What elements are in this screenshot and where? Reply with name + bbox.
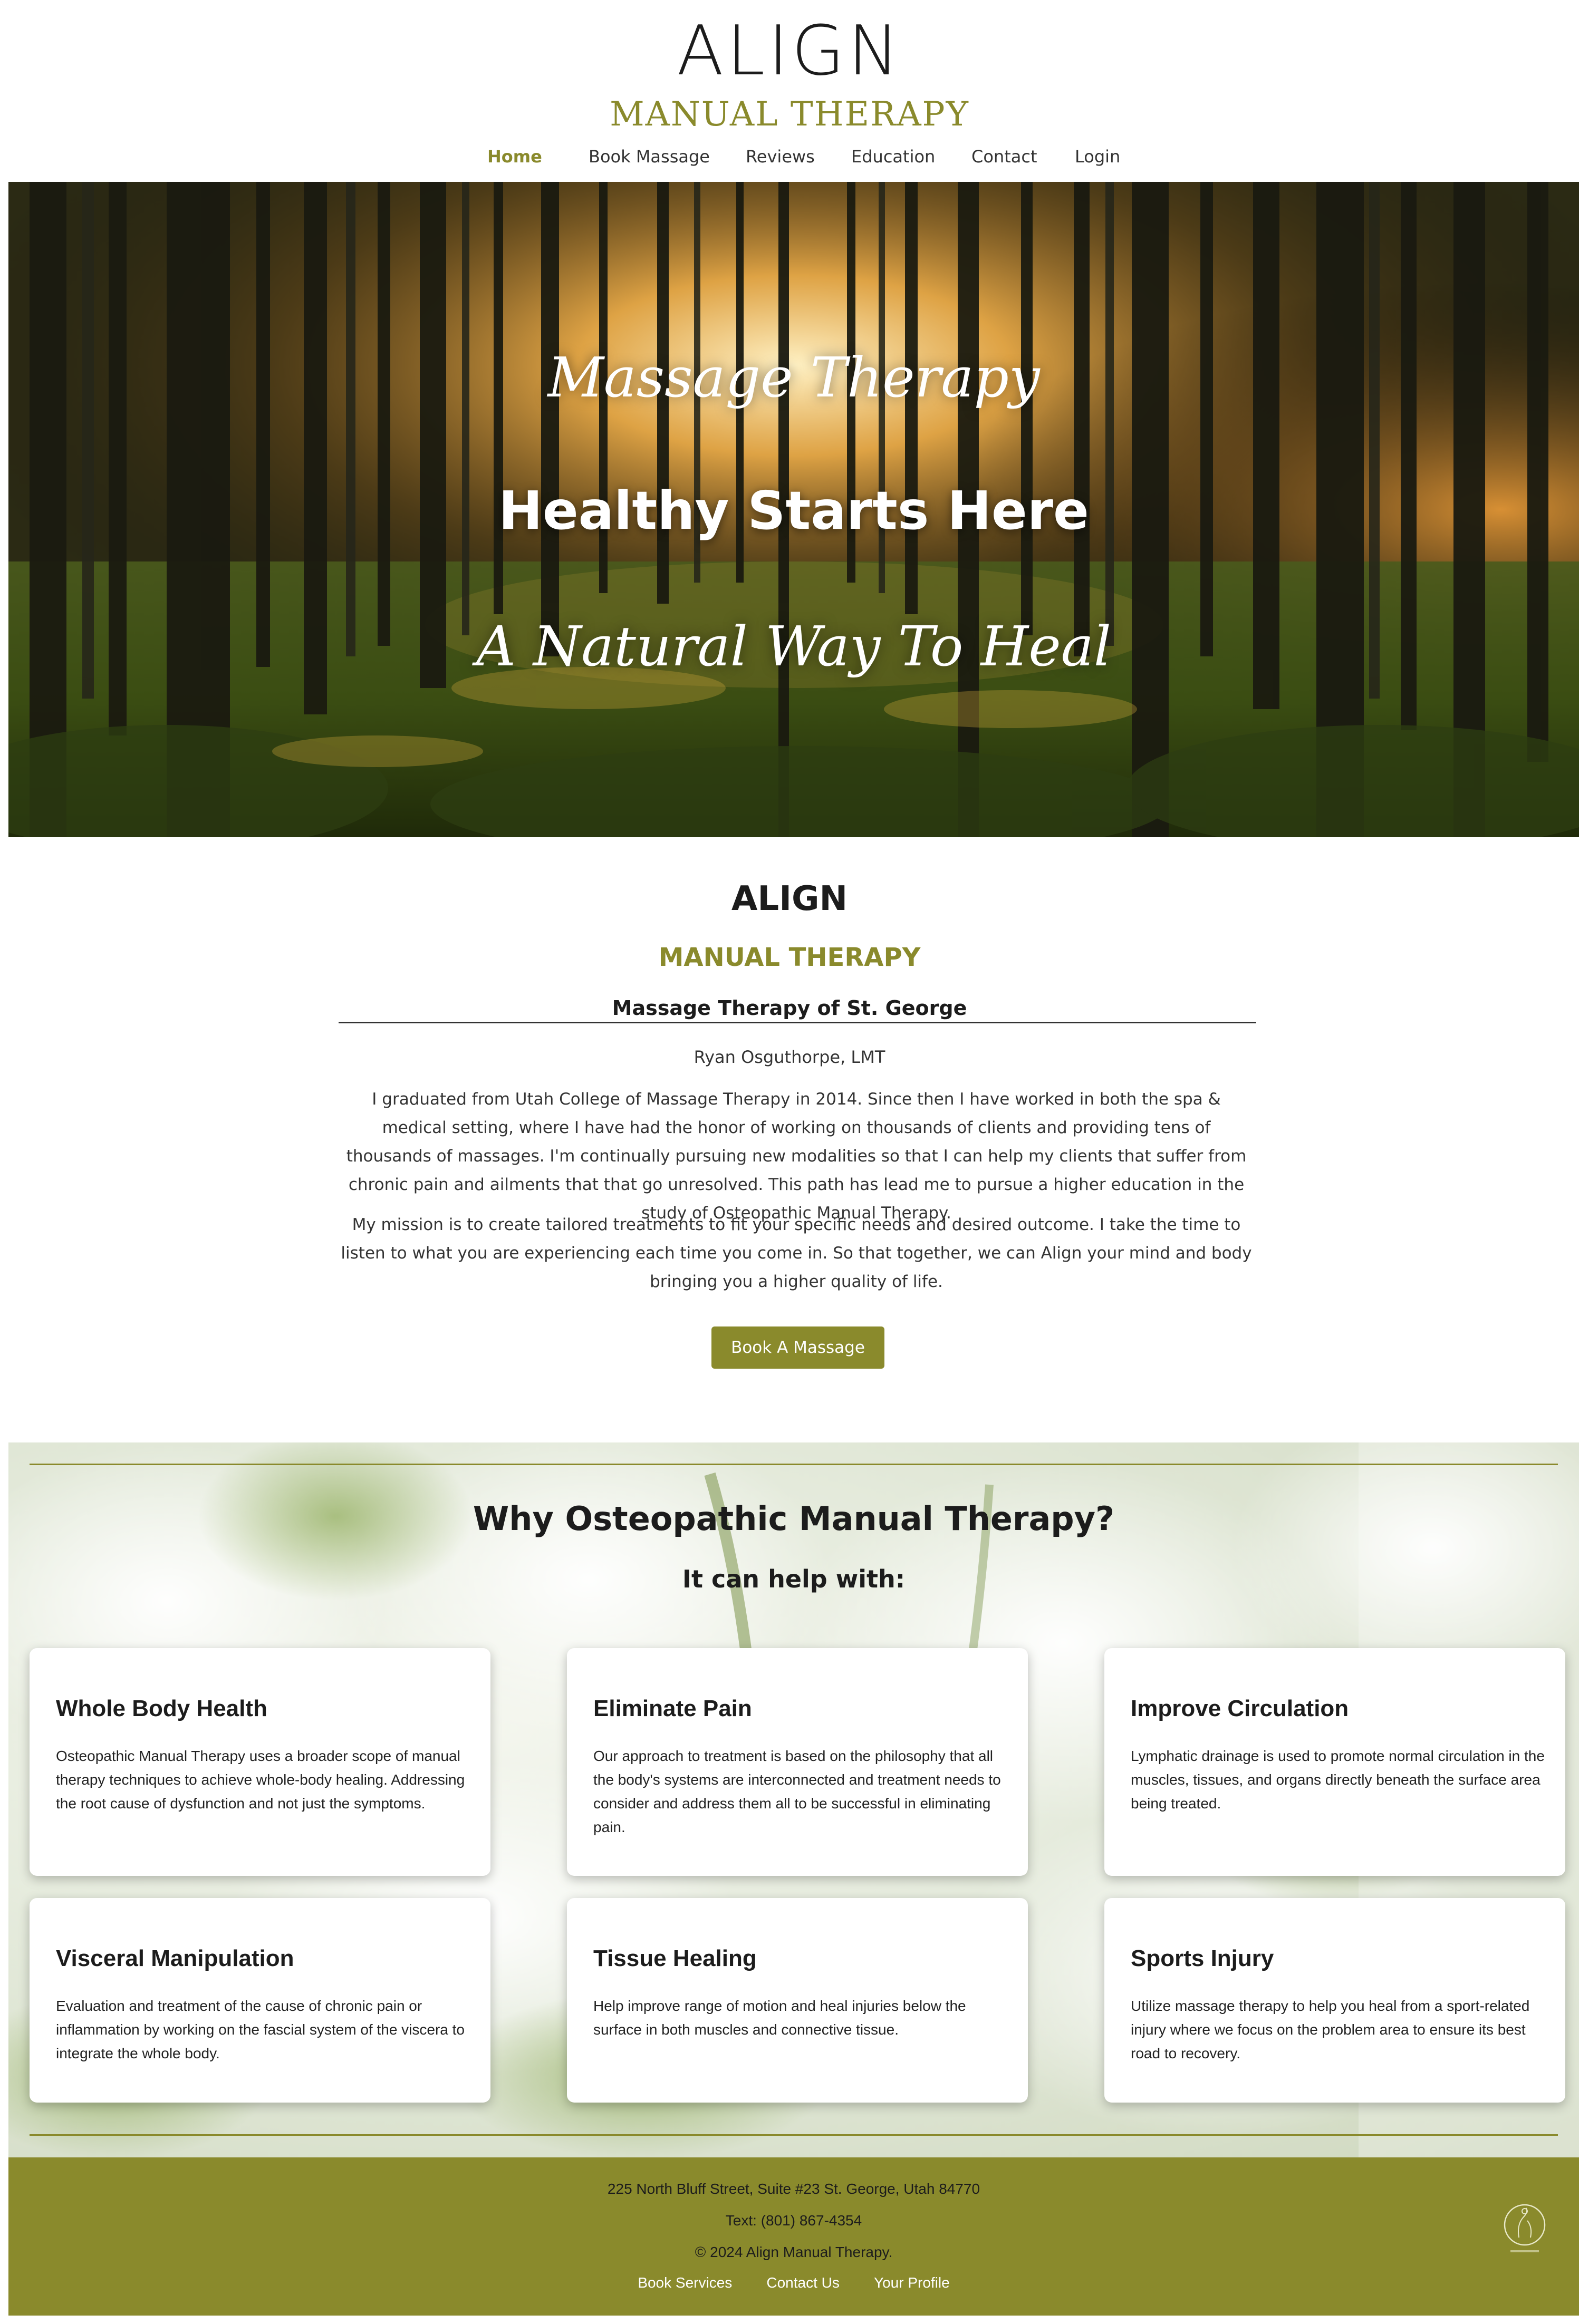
about-paragraph-1: I graduated from Utah College of Massage… (346, 1090, 1247, 1223)
hero-tagline-bottom: A Natural Way To Heal (476, 614, 1112, 679)
about-section: ALIGN MANUAL THERAPY Massage Therapy of … (0, 837, 1579, 1442)
benefit-card: Improve Circulation Lymphatic drainage i… (1104, 1648, 1565, 1876)
nav-education[interactable]: Education (851, 147, 935, 167)
therapist-name: Ryan Osguthorpe, LMT (694, 1047, 885, 1067)
card-body: Utilize massage therapy to help you heal… (1131, 1998, 1530, 2061)
footer-logo-icon (1504, 2204, 1546, 2252)
site-header: ALIGN MANUAL THERAPY Home Book Massage R… (0, 0, 1579, 182)
card-body: Osteopathic Manual Therapy uses a broade… (56, 1748, 465, 1812)
site-footer: 225 North Bluff Street, Suite #23 St. Ge… (8, 2157, 1579, 2316)
why-title: Why Osteopathic Manual Therapy? (473, 1499, 1115, 1538)
footer-link-contact-us[interactable]: Contact Us (766, 2274, 840, 2291)
card-title: Eliminate Pain (593, 1696, 752, 1721)
footer-link-book-services[interactable]: Book Services (638, 2274, 732, 2291)
about-location-heading: Massage Therapy of St. George (612, 996, 967, 1020)
nav-contact[interactable]: Contact (971, 147, 1037, 167)
card-title: Visceral Manipulation (56, 1945, 294, 1971)
book-massage-button[interactable]: Book A Massage (711, 1326, 884, 1369)
why-subtitle: It can help with: (682, 1565, 906, 1593)
about-title: ALIGN (731, 879, 848, 918)
nav-reviews[interactable]: Reviews (746, 147, 815, 167)
card-body: Help improve range of motion and heal in… (593, 1998, 966, 2038)
hero-tagline-top: Massage Therapy (547, 345, 1040, 410)
footer-link-your-profile[interactable]: Your Profile (874, 2274, 950, 2291)
why-section: Why Osteopathic Manual Therapy? It can h… (8, 1442, 1579, 2157)
card-body: Lymphatic drainage is used to promote no… (1131, 1748, 1545, 1812)
about-paragraph-2: My mission is to create tailored treatme… (341, 1215, 1252, 1291)
footer-copyright: © 2024 Align Manual Therapy. (695, 2244, 893, 2260)
footer-address: 225 North Bluff Street, Suite #23 St. Ge… (607, 2181, 980, 2197)
logo-wordmark[interactable]: ALIGN (0, 11, 1579, 91)
card-title: Sports Injury (1131, 1945, 1274, 1971)
card-body: Our approach to treatment is based on th… (593, 1748, 1001, 1835)
nav-login[interactable]: Login (1075, 147, 1120, 167)
divider (30, 2134, 1558, 2136)
benefit-card: Visceral Manipulation Evaluation and tre… (30, 1898, 490, 2103)
hero-banner: Massage Therapy Healthy Starts Here A Na… (8, 182, 1579, 837)
card-title: Improve Circulation (1131, 1696, 1349, 1721)
nav-home[interactable]: Home (487, 147, 542, 167)
main-nav: Home Book Massage Reviews Education Cont… (0, 147, 1579, 176)
card-title: Tissue Healing (593, 1945, 757, 1971)
card-title: Whole Body Health (56, 1696, 267, 1721)
benefit-card: Whole Body Health Osteopathic Manual The… (30, 1648, 490, 1876)
card-body: Evaluation and treatment of the cause of… (56, 1998, 465, 2061)
footer-links: Book Services Contact Us Your Profile (8, 2274, 1579, 2291)
about-subtitle: MANUAL THERAPY (658, 943, 921, 972)
footer-phone[interactable]: Text: (801) 867-4354 (8, 2212, 1579, 2229)
divider (30, 1464, 1558, 1465)
benefit-card: Sports Injury Utilize massage therapy to… (1104, 1898, 1565, 2103)
benefit-card: Tissue Healing Help improve range of mot… (567, 1898, 1028, 2103)
hero-title: Healthy Starts Here (498, 480, 1089, 541)
benefit-card: Eliminate Pain Our approach to treatment… (567, 1648, 1028, 1876)
logo-subtitle[interactable]: MANUAL THERAPY (0, 95, 1579, 134)
divider (339, 1022, 1256, 1023)
nav-book-massage[interactable]: Book Massage (589, 147, 710, 167)
